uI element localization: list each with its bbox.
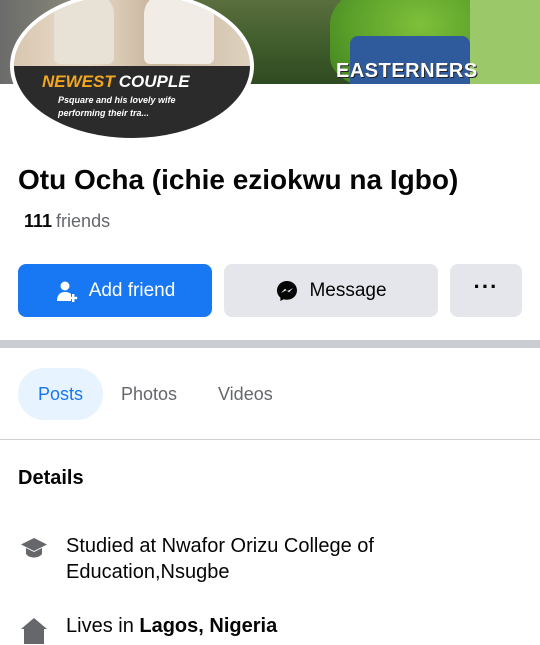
add-friend-button[interactable]: Add friend [18, 264, 212, 317]
friends-label: friends [56, 211, 111, 231]
home-icon [18, 615, 50, 645]
more-dots-icon: ··· [473, 273, 499, 299]
lives-in-place[interactable]: Lagos, Nigeria [139, 615, 277, 638]
message-button[interactable]: Message [224, 264, 438, 317]
tabs-divider [0, 439, 540, 440]
details-heading: Details [18, 467, 84, 489]
cover-background-right [470, 0, 540, 84]
tab-posts[interactable]: Posts [18, 368, 103, 420]
profile-picture[interactable]: NEWEST COUPLE Psquare and his lovely wife… [10, 0, 254, 142]
add-person-icon [55, 279, 79, 303]
section-divider [0, 340, 540, 348]
profile-photo-headline: NEWEST COUPLE [42, 72, 190, 92]
message-label: Message [309, 279, 387, 301]
profile-name: Otu Ocha (ichie eziokwu na Igbo) [18, 164, 459, 195]
profile-photo-subline: performing their tra... [58, 108, 150, 118]
detail-education: Studied at Nwafor Orizu College of Educa… [18, 533, 446, 585]
headline-word-2: COUPLE [118, 72, 190, 91]
profile-photo-subline: Psquare and his lovely wife [58, 95, 176, 105]
more-options-button[interactable]: ··· [450, 264, 522, 317]
education-text: Studied at Nwafor Orizu College of Educa… [66, 535, 374, 583]
messenger-icon [275, 279, 299, 303]
cover-caption: EASTERNERS [336, 60, 478, 82]
headline-word-1: NEWEST [42, 72, 115, 91]
add-friend-label: Add friend [88, 279, 176, 301]
graduation-cap-icon [18, 533, 50, 563]
profile-photo-person [54, 0, 114, 64]
friends-count[interactable]: 111 friends [24, 211, 110, 232]
detail-lives-in: Lives in Lagos, Nigeria [18, 615, 277, 645]
lives-in-prefix: Lives in [66, 615, 134, 637]
friends-number: 111 [24, 211, 53, 231]
tab-videos[interactable]: Videos [218, 368, 273, 420]
profile-photo-image [14, 0, 250, 74]
tab-photos[interactable]: Photos [121, 368, 177, 420]
profile-photo-person [144, 0, 214, 64]
